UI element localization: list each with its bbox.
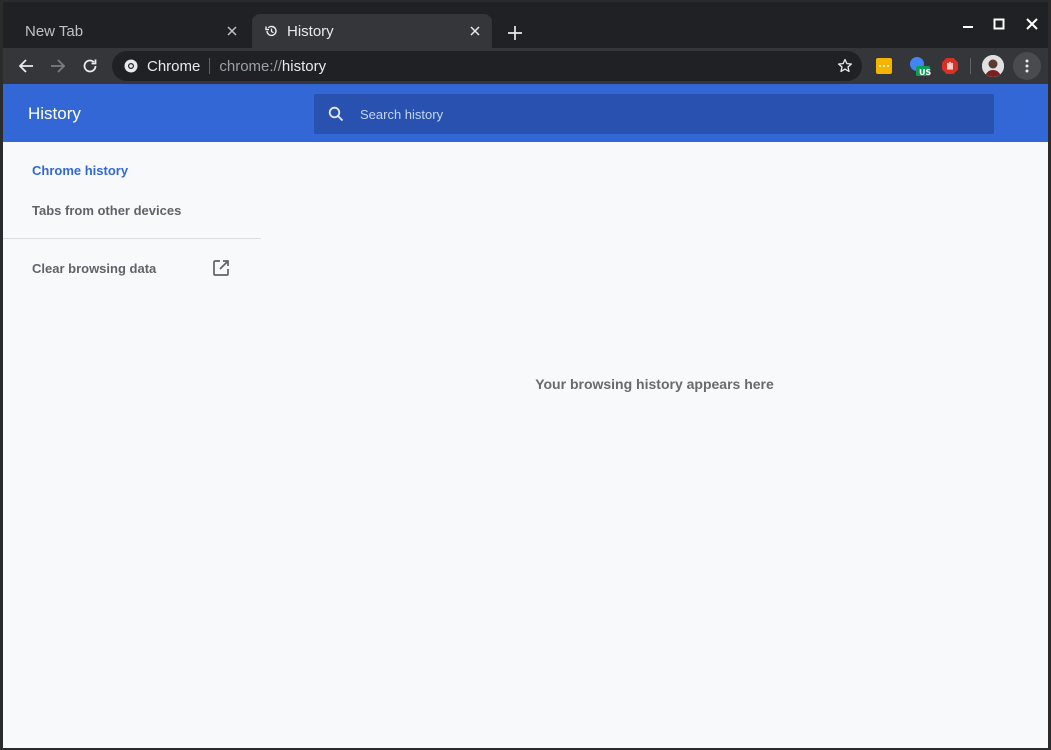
bookmark-star-icon[interactable]: [836, 57, 854, 75]
tab-title: History: [287, 22, 334, 40]
forward-button[interactable]: [44, 52, 72, 80]
vpn-badge-label: US: [919, 68, 932, 77]
address-bar[interactable]: Chrome chrome:// history: [112, 51, 862, 81]
origin-label: Chrome: [147, 57, 201, 75]
close-icon[interactable]: [462, 18, 488, 44]
browser-window: New Tab History Chrome chrome:// history…: [0, 0, 1051, 750]
close-icon[interactable]: [219, 18, 245, 44]
tab-new-tab[interactable]: New Tab: [7, 14, 249, 48]
url-scheme: chrome://: [219, 57, 282, 75]
app-header: History: [3, 84, 1048, 142]
close-window-button[interactable]: [1017, 12, 1047, 36]
chrome-icon: [124, 59, 138, 73]
tab-history[interactable]: History: [252, 14, 492, 48]
more-vert-icon: [1025, 59, 1029, 73]
notes-extension-icon[interactable]: [874, 56, 894, 76]
toolbar-divider: [970, 58, 971, 74]
tab-title: New Tab: [25, 22, 84, 40]
minimize-icon: [963, 26, 973, 28]
clear-browsing-data-link[interactable]: Clear browsing data: [32, 258, 230, 278]
vpn-extension-icon[interactable]: US: [907, 56, 932, 77]
reload-button[interactable]: [76, 52, 104, 80]
history-page: History Chrome history Tabs from other d…: [3, 84, 1048, 748]
close-icon: [1026, 18, 1038, 30]
maximize-button[interactable]: [984, 12, 1014, 36]
empty-state-message: Your browsing history appears here: [535, 376, 774, 392]
toolbar: Chrome chrome:// history US: [3, 48, 1048, 84]
sidebar-item-chrome-history[interactable]: Chrome history: [32, 163, 128, 178]
tab-strip: New Tab History: [3, 2, 1048, 48]
profile-photo-icon: [982, 55, 1004, 77]
url-path: history: [281, 57, 327, 75]
back-button[interactable]: [12, 52, 40, 80]
search-input[interactable]: [360, 106, 994, 122]
plus-icon: [508, 26, 522, 40]
sidebar-divider: [3, 238, 261, 239]
page-title: History: [28, 104, 81, 123]
back-arrow-icon: [18, 59, 33, 73]
reload-icon: [83, 59, 97, 73]
search-icon: [328, 105, 346, 123]
sidebar-item-tabs-from-other-devices[interactable]: Tabs from other devices: [32, 203, 181, 218]
history-icon: [264, 23, 280, 39]
menu-button[interactable]: [1013, 52, 1041, 80]
omnibox-separator: [209, 58, 211, 74]
search-box[interactable]: [314, 94, 994, 134]
minimize-button[interactable]: [953, 12, 983, 36]
adblock-extension-icon[interactable]: [940, 56, 960, 76]
forward-arrow-icon: [51, 59, 66, 73]
avatar[interactable]: [982, 55, 1004, 77]
maximize-icon: [993, 18, 1005, 30]
clear-browsing-data-label: Clear browsing data: [32, 260, 157, 276]
new-tab-button[interactable]: [501, 19, 529, 47]
open-in-new-icon: [213, 260, 229, 276]
